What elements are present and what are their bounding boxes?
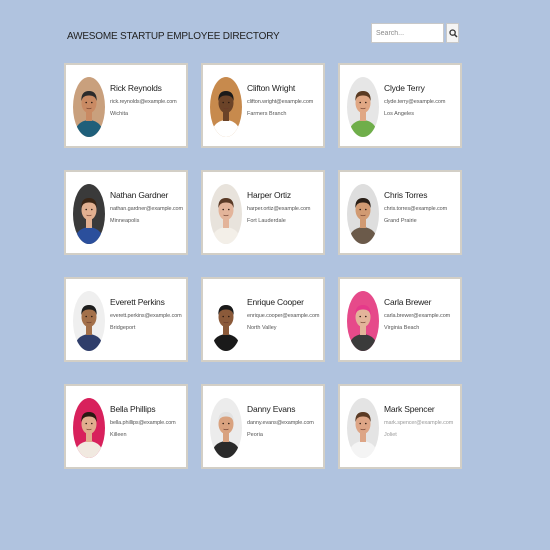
employee-name: Mark Spencer [384,404,435,414]
employee-email: rick.reynolds@example.com [110,99,177,105]
employee-name: Harper Ortiz [247,190,291,200]
employee-email: chris.torres@example.com [384,206,448,212]
employee-card[interactable]: Bella Phillips bella.phillips@example.co… [64,384,188,469]
employee-info: Clyde Terry clyde.terry@example.com Los … [384,83,460,117]
employee-email: danny.evans@example.com [247,420,314,426]
employee-info: Harper Ortiz harper.ortiz@example.com Fo… [247,190,323,224]
avatar [347,77,379,137]
employee-card[interactable]: Danny Evans danny.evans@example.com Peor… [201,384,325,469]
employee-card[interactable]: Rick Reynolds rick.reynolds@example.com … [64,63,188,148]
portrait-image [347,291,379,351]
employee-city: Bridgeport [110,325,136,331]
portrait-image [73,184,105,244]
employee-card[interactable]: Nathan Gardner nathan.gardner@example.co… [64,170,188,255]
employee-name: Carla Brewer [384,297,432,307]
employee-info: Chris Torres chris.torres@example.com Gr… [384,190,460,224]
portrait-image [73,291,105,351]
magnifier-icon [449,29,458,38]
employee-email: bella.phillips@example.com [110,420,176,426]
employee-name: Clyde Terry [384,83,425,93]
avatar [347,184,379,244]
employee-card[interactable]: Mark Spencer mark.spencer@example.com Jo… [338,384,462,469]
portrait-image [347,398,379,458]
employee-email: everett.perkins@example.com [110,313,182,319]
employee-name: Everett Perkins [110,297,165,307]
avatar [210,291,242,351]
employee-city: Fort Lauderdale [247,218,286,224]
employee-name: Enrique Cooper [247,297,304,307]
header: AWESOME STARTUP EMPLOYEE DIRECTORY [67,23,459,50]
employee-info: Mark Spencer mark.spencer@example.com Jo… [384,404,460,438]
avatar [73,77,105,137]
employee-name: Bella Phillips [110,404,156,414]
employee-card[interactable]: Enrique Cooper enrique.cooper@example.co… [201,277,325,362]
employee-city: Killeen [110,432,127,438]
avatar [347,398,379,458]
employee-email: carla.brewer@example.com [384,313,451,319]
employee-info: Everett Perkins everett.perkins@example.… [110,297,186,331]
employee-card[interactable]: Carla Brewer carla.brewer@example.com Vi… [338,277,462,362]
portrait-image [347,184,379,244]
employee-card[interactable]: Clyde Terry clyde.terry@example.com Los … [338,63,462,148]
avatar [347,291,379,351]
employee-info: Bella Phillips bella.phillips@example.co… [110,404,186,438]
employee-email: harper.ortiz@example.com [247,206,311,212]
employee-info: Danny Evans danny.evans@example.com Peor… [247,404,323,438]
employee-city: Grand Prairie [384,218,417,224]
employee-name: Clifton Wright [247,83,296,93]
employee-name: Nathan Gardner [110,190,169,200]
portrait-image [210,291,242,351]
employee-grid: Rick Reynolds rick.reynolds@example.com … [64,63,462,469]
employee-info: Clifton Wright clifton.wright@example.co… [247,83,323,117]
employee-city: Peoria [247,432,263,438]
employee-card[interactable]: Harper Ortiz harper.ortiz@example.com Fo… [201,170,325,255]
avatar [210,398,242,458]
employee-name: Rick Reynolds [110,83,162,93]
portrait-image [347,77,379,137]
employee-card[interactable]: Everett Perkins everett.perkins@example.… [64,277,188,362]
employee-info: Carla Brewer carla.brewer@example.com Vi… [384,297,460,331]
search-button[interactable] [446,23,459,43]
employee-card[interactable]: Clifton Wright clifton.wright@example.co… [201,63,325,148]
avatar [210,77,242,137]
employee-city: Joliet [384,432,397,438]
employee-city: Virginia Beach [384,325,420,331]
employee-city: Minneapolis [110,218,140,224]
portrait-image [210,184,242,244]
employee-card[interactable]: Chris Torres chris.torres@example.com Gr… [338,170,462,255]
employee-city: Farmers Branch [247,111,287,117]
portrait-image [73,398,105,458]
employee-info: Rick Reynolds rick.reynolds@example.com … [110,83,186,117]
employee-email: clyde.terry@example.com [384,99,446,105]
employee-email: clifton.wright@example.com [247,99,314,105]
employee-city: North Valley [247,325,277,331]
avatar [73,291,105,351]
avatar [73,184,105,244]
employee-name: Danny Evans [247,404,296,414]
employee-email: mark.spencer@example.com [384,420,454,426]
avatar [210,184,242,244]
employee-info: Nathan Gardner nathan.gardner@example.co… [110,190,186,224]
portrait-image [73,77,105,137]
avatar [73,398,105,458]
page-title: AWESOME STARTUP EMPLOYEE DIRECTORY [67,31,280,42]
employee-city: Los Angeles [384,111,414,117]
employee-email: nathan.gardner@example.com [110,206,183,212]
portrait-image [210,398,242,458]
employee-city: Wichita [110,111,129,117]
search-input[interactable] [371,23,444,43]
employee-name: Chris Torres [384,190,428,200]
employee-email: enrique.cooper@example.com [247,313,320,319]
portrait-image [210,77,242,137]
employee-info: Enrique Cooper enrique.cooper@example.co… [247,297,323,331]
